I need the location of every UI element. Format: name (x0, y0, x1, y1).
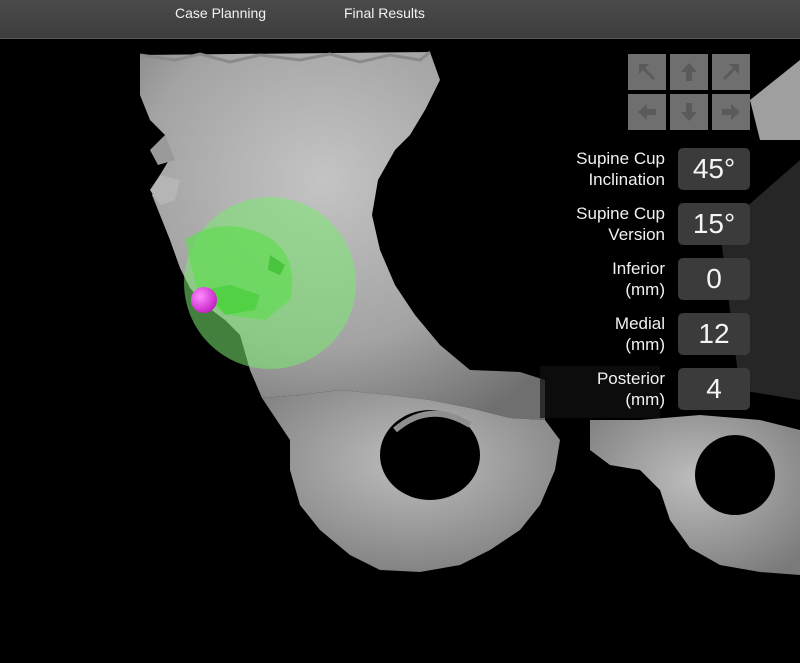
arrow-down-icon (681, 103, 697, 121)
medial-value-field[interactable]: 12 (678, 313, 750, 355)
pan-down-button[interactable] (670, 94, 708, 130)
param-label: Posterior (mm) (596, 369, 665, 409)
pan-left-button[interactable] (628, 94, 666, 130)
param-label: Supine Cup Version (576, 204, 665, 244)
param-medial: Medial (mm) 12 (540, 308, 760, 358)
arrow-up-right-icon (723, 64, 739, 80)
top-toolbar: Case Planning Final Results (0, 0, 800, 39)
param-posterior: Posterior (mm) 4 (540, 363, 760, 413)
param-label: Supine Cup Inclination (576, 149, 665, 189)
view-navigation-pad (628, 54, 750, 134)
param-supine-cup-version: Supine Cup Version 15° (540, 198, 760, 248)
param-inferior: Inferior (mm) 0 (540, 253, 760, 303)
arrow-up-icon (681, 63, 697, 81)
arrow-left-icon (638, 104, 656, 120)
arrow-up-left-icon (639, 64, 655, 80)
param-label: Inferior (mm) (612, 259, 665, 299)
arrow-right-icon (722, 104, 740, 120)
param-label: Medial (mm) (614, 314, 665, 354)
tab-case-planning[interactable]: Case Planning (175, 5, 266, 21)
landmark-marker (191, 287, 217, 313)
tab-final-results[interactable]: Final Results (344, 5, 425, 21)
pan-right-button[interactable] (712, 94, 750, 130)
rotate-up-right-button[interactable] (712, 54, 750, 90)
inferior-value-field[interactable]: 0 (678, 258, 750, 300)
param-supine-cup-inclination: Supine Cup Inclination 45° (540, 143, 760, 193)
inclination-value-field[interactable]: 45° (678, 148, 750, 190)
pan-up-button[interactable] (670, 54, 708, 90)
version-value-field[interactable]: 15° (678, 203, 750, 245)
posterior-value-field[interactable]: 4 (678, 368, 750, 410)
rotate-up-left-button[interactable] (628, 54, 666, 90)
